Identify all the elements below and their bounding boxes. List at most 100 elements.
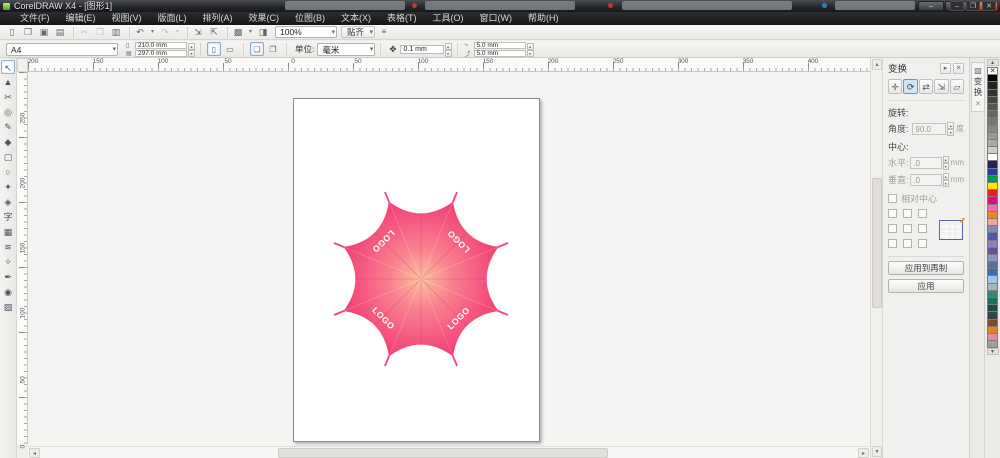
freehand-tool[interactable]: ✎: [1, 120, 15, 134]
scroll-right-icon[interactable]: ▸: [858, 448, 869, 458]
paper-size-select[interactable]: A4: [6, 42, 118, 56]
scroll-left-icon[interactable]: ◂: [29, 448, 40, 458]
options-icon[interactable]: ≡: [378, 26, 390, 38]
pick-tool[interactable]: ↖: [1, 60, 15, 74]
redo-button[interactable]: ↷: [158, 26, 172, 39]
table-tool[interactable]: ▦: [1, 225, 15, 239]
menu-item[interactable]: 工具(O): [425, 12, 472, 25]
vertical-ruler[interactable]: 250 200 150 100 50 0: [17, 72, 28, 449]
interactive-blend-tool[interactable]: ≋: [1, 240, 15, 254]
import-button[interactable]: ⇲: [191, 26, 205, 39]
nudge-spinner[interactable]: ▴ ▾: [444, 42, 452, 57]
menu-item[interactable]: 文件(F): [12, 12, 58, 25]
anchor-checkbox[interactable]: [918, 209, 927, 218]
interactive-fill-tool[interactable]: ▨: [1, 300, 15, 314]
text-tool[interactable]: 字: [1, 210, 15, 224]
current-page-button[interactable]: ❐: [266, 42, 280, 56]
menu-item[interactable]: 窗口(W): [472, 12, 521, 25]
horizontal-scrollbar[interactable]: ◂ ▸: [28, 446, 870, 458]
shape-tool[interactable]: ▲: [1, 75, 15, 89]
menu-item[interactable]: 表格(T): [379, 12, 425, 25]
separator[interactable]: [224, 26, 228, 38]
units-select[interactable]: 毫米: [317, 42, 376, 56]
paste-button[interactable]: ▥: [109, 26, 123, 39]
scroll-up-icon[interactable]: ▴: [872, 59, 882, 70]
zoom-tool[interactable]: ◎: [1, 105, 15, 119]
paper-size-spinner[interactable]: ▴ ▾: [188, 42, 195, 57]
menu-item[interactable]: 文本(X): [333, 12, 379, 25]
skew-mode-button[interactable]: ▱: [949, 79, 965, 94]
center-vertical-field[interactable]: .0: [910, 173, 942, 186]
center-horizontal-spinner[interactable]: ▴ ▾: [942, 156, 949, 170]
paper-width-field[interactable]: 210.0 mm: [135, 41, 187, 49]
duplicate-spinner[interactable]: ▴ ▾: [526, 42, 534, 57]
nudge-offset-field[interactable]: 0.1 mm: [399, 44, 444, 54]
copy-button[interactable]: ❐: [93, 26, 107, 39]
angle-spinner[interactable]: ▴ ▾: [947, 122, 954, 136]
launcher-dropdown[interactable]: ▾: [247, 26, 254, 39]
doc-close-button[interactable]: ✕: [982, 1, 996, 11]
landscape-button[interactable]: ▭: [223, 42, 237, 56]
print-button[interactable]: ▤: [53, 26, 67, 39]
horizontal-ruler[interactable]: 200 150 100 50 0 50 100 150 200 250 300 350 400: [28, 58, 870, 72]
menu-item[interactable]: 编辑(E): [58, 12, 104, 25]
anchor-checkbox[interactable]: [918, 239, 927, 248]
cut-button[interactable]: ✂: [77, 26, 91, 39]
portrait-button[interactable]: ▯: [207, 42, 221, 56]
anchor-checkbox[interactable]: [888, 239, 897, 248]
outline-tool[interactable]: ✒: [1, 270, 15, 284]
polygon-tool[interactable]: ✦: [1, 180, 15, 194]
redo-dropdown[interactable]: ▾: [174, 26, 181, 39]
angle-field[interactable]: 90.0: [912, 122, 947, 135]
palette-scroll-up-icon[interactable]: ▲: [986, 59, 999, 66]
vertical-scroll-thumb[interactable]: [872, 178, 882, 308]
center-horizontal-field[interactable]: .0: [910, 156, 942, 169]
zoom-level-select[interactable]: 100%: [275, 26, 337, 38]
separator[interactable]: [126, 26, 130, 38]
palette-scroll-down-icon[interactable]: ▼: [986, 348, 999, 356]
app-launcher-button[interactable]: ▩: [231, 26, 245, 39]
menu-item[interactable]: 排列(A): [195, 12, 241, 25]
anchor-checkbox[interactable]: [888, 224, 897, 233]
menu-item[interactable]: 位图(B): [287, 12, 333, 25]
snap-to-button[interactable]: 贴齐: [341, 26, 376, 38]
basic-shapes-tool[interactable]: ◈: [1, 195, 15, 209]
duplicate-x-field[interactable]: 5.0 mm: [473, 41, 526, 49]
docker-close-icon[interactable]: ✕: [953, 62, 964, 74]
apply-button[interactable]: 应用: [888, 279, 964, 293]
ruler-corner[interactable]: [17, 58, 28, 72]
palette-swatch[interactable]: [987, 340, 998, 349]
smart-fill-tool[interactable]: ◆: [1, 135, 15, 149]
rectangle-tool[interactable]: ▢: [1, 150, 15, 164]
vertical-scrollbar[interactable]: ▴ ▾: [870, 58, 882, 458]
scroll-down-icon[interactable]: ▾: [872, 446, 882, 457]
position-mode-button[interactable]: ✛: [888, 79, 903, 94]
ellipse-tool[interactable]: ○: [1, 165, 15, 179]
anchor-checkbox[interactable]: [903, 224, 912, 233]
docker-flyout-icon[interactable]: ▸: [940, 62, 951, 74]
all-pages-button[interactable]: ❏: [250, 42, 264, 56]
welcome-screen-button[interactable]: ◨: [256, 26, 270, 39]
anchor-checkbox[interactable]: [903, 239, 912, 248]
scale-mirror-mode-button[interactable]: ⇄: [918, 79, 934, 94]
menu-item[interactable]: 视图(V): [104, 12, 150, 25]
size-mode-button[interactable]: ⇲: [934, 79, 949, 94]
center-vertical-spinner[interactable]: ▴ ▾: [942, 173, 949, 187]
save-button[interactable]: ▣: [37, 26, 51, 39]
doc-restore-button[interactable]: ❐: [966, 1, 980, 11]
rotate-mode-button[interactable]: ⟳: [903, 79, 918, 94]
separator[interactable]: [70, 26, 74, 38]
doc-minimize-button[interactable]: ‒: [950, 1, 964, 11]
separator[interactable]: [184, 26, 188, 38]
fill-tool[interactable]: ◉: [1, 285, 15, 299]
anchor-checkbox[interactable]: [903, 209, 912, 218]
document-page[interactable]: LOGO LOGO LOGO LOGO: [293, 98, 540, 442]
eyedropper-tool[interactable]: ✧: [1, 255, 15, 269]
menu-item[interactable]: 版面(L): [150, 12, 195, 25]
new-button[interactable]: ▯: [5, 26, 19, 39]
export-button[interactable]: ⇱: [207, 26, 221, 39]
horizontal-scroll-thumb[interactable]: [278, 448, 608, 458]
docker-tab-transform[interactable]: ▨ 变换 ✕: [971, 62, 985, 112]
umbrella-drawing[interactable]: LOGO LOGO LOGO LOGO: [326, 184, 516, 374]
paper-height-field[interactable]: 297.0 mm: [135, 49, 187, 57]
